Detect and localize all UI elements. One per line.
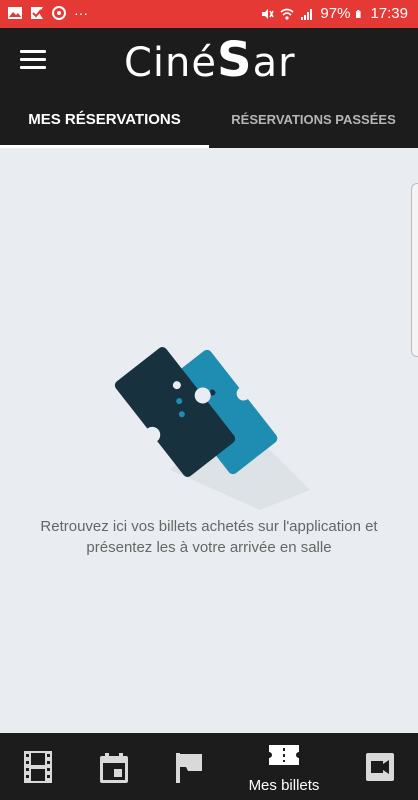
status-system: 97% 17:39 <box>260 5 408 22</box>
tab-mes-reservations[interactable]: MES RÉSERVATIONS <box>0 92 209 148</box>
checkmark-flag-icon <box>31 7 43 19</box>
calendar-icon <box>100 753 128 783</box>
scrollbar[interactable] <box>411 183 418 357</box>
tickets-illustration <box>114 347 310 510</box>
clock: 17:39 <box>370 5 408 22</box>
empty-state-line-2: présentez les à votre arrivée en salle <box>86 539 332 556</box>
signal-icon <box>301 8 313 20</box>
gallery-icon <box>8 7 22 19</box>
nav-mes-billets[interactable]: Mes billets <box>228 733 340 800</box>
reservation-tabs: MES RÉSERVATIONS RÉSERVATIONS PASSÉES <box>0 92 418 148</box>
nav-events[interactable] <box>152 733 228 800</box>
app-bar: CinéSar <box>0 28 418 92</box>
sync-icon <box>52 6 66 20</box>
ticket-icon <box>269 745 299 765</box>
empty-state-message: Retrouvez ici vos billets achetés sur l'… <box>10 516 408 558</box>
status-bar: ··· 97% 17:39 <box>0 0 418 28</box>
film-icon <box>24 751 52 783</box>
empty-state-line-1: Retrouvez ici vos billets achetés sur l'… <box>40 518 378 535</box>
nav-films[interactable] <box>0 733 76 800</box>
nav-calendar[interactable] <box>76 733 152 800</box>
bottom-navigation: Mes billets <box>0 733 418 800</box>
status-notifications: ··· <box>8 5 88 21</box>
battery-percent: 97% <box>320 5 351 22</box>
cinesar-logo: CinéSar <box>124 32 296 88</box>
mute-icon <box>262 8 275 19</box>
tab-reservations-passees[interactable]: RÉSERVATIONS PASSÉES <box>209 92 418 148</box>
wifi-icon <box>280 8 294 20</box>
more-notifications: ··· <box>74 5 88 21</box>
video-camera-icon <box>366 753 394 781</box>
nav-trailers[interactable] <box>340 733 418 800</box>
battery-icon <box>356 9 362 18</box>
hamburger-menu-icon[interactable] <box>20 50 46 70</box>
nav-label-mes-billets: Mes billets <box>248 777 320 794</box>
flag-icon <box>176 753 202 783</box>
